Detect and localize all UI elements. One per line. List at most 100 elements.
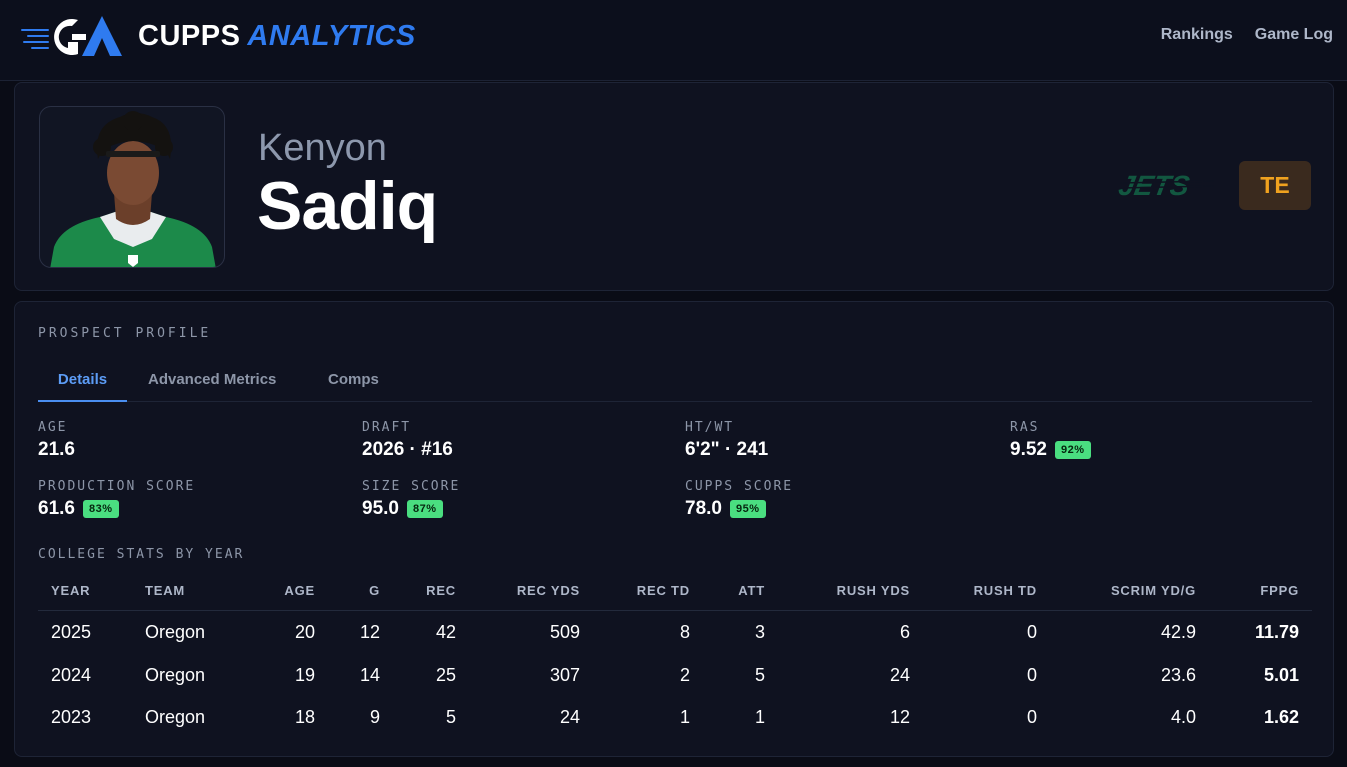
brand-logo[interactable]: CUPPS ANALYTICS bbox=[20, 12, 416, 60]
brand-word-2: ANALYTICS bbox=[247, 19, 416, 52]
stat-value: 6'2" · 241 bbox=[685, 439, 769, 460]
table-row: 2023 Oregon 18 9 5 24 1 1 12 0 4.0 1.62 bbox=[38, 696, 1312, 738]
cell-age: 19 bbox=[294, 664, 315, 685]
cell-rec: 25 bbox=[435, 664, 456, 685]
cell-rush-yds: 24 bbox=[889, 664, 910, 685]
player-photo bbox=[39, 106, 225, 268]
stat-value: 95.0 bbox=[362, 498, 399, 519]
col-header-scrim-ydg[interactable]: SCRIM YD/G bbox=[1050, 572, 1209, 611]
col-header-rec[interactable]: REC bbox=[393, 572, 469, 611]
stat-label: DRAFT bbox=[362, 420, 412, 435]
player-last-name: Sadiq bbox=[257, 168, 438, 244]
cell-rec: 5 bbox=[445, 706, 456, 727]
percentile-badge: 92% bbox=[1054, 441, 1091, 459]
tab-advanced-metrics[interactable]: Advanced Metrics bbox=[148, 369, 276, 402]
col-header-games[interactable]: G bbox=[328, 572, 393, 611]
cell-rush-td: 0 bbox=[1026, 664, 1037, 685]
cell-scrim-ydg: 4.0 bbox=[1170, 706, 1196, 727]
prospect-profile-card: PROSPECT PROFILE Details Advanced Metric… bbox=[14, 301, 1334, 757]
col-header-rec-td[interactable]: REC TD bbox=[593, 572, 703, 611]
stat-value: 9.52 bbox=[1010, 439, 1047, 460]
cell-att: 1 bbox=[754, 706, 765, 727]
table-row: 2025 Oregon 20 12 42 509 8 3 6 0 42.9 11… bbox=[38, 610, 1312, 654]
top-nav: CUPPS ANALYTICS Rankings Game Log bbox=[0, 0, 1347, 81]
col-header-fppg[interactable]: FPPG bbox=[1209, 572, 1312, 611]
cell-year: 2023 bbox=[51, 706, 92, 727]
cell-games: 12 bbox=[359, 621, 380, 642]
col-header-year[interactable]: YEAR bbox=[38, 572, 132, 611]
percentile-badge: 87% bbox=[406, 500, 443, 518]
col-header-att[interactable]: ATT bbox=[703, 572, 778, 611]
cell-age: 20 bbox=[294, 621, 315, 642]
stat-height-weight: HT/WT 6'2" · 241 bbox=[685, 420, 768, 461]
cell-games: 9 bbox=[369, 706, 380, 727]
stat-production-score: PRODUCTION SCORE 61.6 83% bbox=[38, 479, 195, 520]
cell-rec-yds: 307 bbox=[549, 664, 580, 685]
cell-rec-td: 8 bbox=[679, 621, 690, 642]
section-title: PROSPECT PROFILE bbox=[38, 326, 212, 341]
college-stats-table: YEAR TEAM AGE G REC REC YDS REC TD ATT R… bbox=[38, 572, 1312, 738]
cell-rec-yds: 509 bbox=[549, 621, 580, 642]
stat-draft: DRAFT 2026 · #16 bbox=[362, 420, 453, 461]
table-header-row: YEAR TEAM AGE G REC REC YDS REC TD ATT R… bbox=[38, 572, 1312, 611]
tab-details[interactable]: Details bbox=[38, 369, 127, 402]
nav-links: Rankings Game Log bbox=[1161, 26, 1333, 44]
cell-age: 18 bbox=[294, 706, 315, 727]
player-first-name: Kenyon bbox=[258, 127, 387, 169]
col-header-rec-yds[interactable]: REC YDS bbox=[469, 572, 593, 611]
cell-team: Oregon bbox=[145, 706, 206, 727]
cupps-logo-icon bbox=[21, 16, 122, 56]
cell-rush-td: 0 bbox=[1026, 621, 1037, 642]
col-header-rush-td[interactable]: RUSH TD bbox=[923, 572, 1050, 611]
stat-ras: RAS 9.52 92% bbox=[1010, 420, 1091, 461]
brand-word-1: CUPPS bbox=[138, 19, 241, 52]
player-header-card: Kenyon Sadiq JETS TE bbox=[14, 82, 1334, 291]
cell-att: 3 bbox=[754, 621, 765, 642]
cell-team: Oregon bbox=[145, 664, 206, 685]
stat-label: SIZE SCORE bbox=[362, 479, 461, 494]
stat-label: CUPPS SCORE bbox=[685, 479, 794, 494]
cell-rec-td: 2 bbox=[679, 664, 690, 685]
cell-games: 14 bbox=[359, 664, 380, 685]
cell-rush-yds: 12 bbox=[889, 706, 910, 727]
cell-scrim-ydg: 42.9 bbox=[1160, 621, 1196, 642]
stat-value: 2026 · #16 bbox=[362, 439, 453, 460]
table-row: 2024 Oregon 19 14 25 307 2 5 24 0 23.6 5… bbox=[38, 654, 1312, 696]
cell-fppg: 1.62 bbox=[1263, 706, 1299, 727]
cell-year: 2025 bbox=[51, 621, 92, 642]
cell-rec-yds: 24 bbox=[559, 706, 580, 727]
stat-label: AGE bbox=[38, 420, 68, 435]
stat-value: 21.6 bbox=[38, 439, 75, 460]
cell-fppg: 11.79 bbox=[1254, 621, 1299, 642]
cell-rec-td: 1 bbox=[679, 706, 690, 727]
col-header-rush-yds[interactable]: RUSH YDS bbox=[778, 572, 923, 611]
cell-rush-td: 0 bbox=[1026, 706, 1037, 727]
nav-link-game-log[interactable]: Game Log bbox=[1255, 26, 1333, 44]
cell-rush-yds: 6 bbox=[899, 621, 910, 642]
cell-scrim-ydg: 23.6 bbox=[1160, 664, 1196, 685]
position-badge: TE bbox=[1239, 161, 1311, 210]
stat-cupps-score: CUPPS SCORE 78.0 95% bbox=[685, 479, 793, 520]
stat-label: PRODUCTION SCORE bbox=[38, 479, 196, 494]
college-stats-title: COLLEGE STATS BY YEAR bbox=[38, 547, 245, 562]
nav-link-rankings[interactable]: Rankings bbox=[1161, 26, 1233, 44]
cell-year: 2024 bbox=[51, 664, 92, 685]
stat-label: HT/WT bbox=[685, 420, 735, 435]
tab-comps[interactable]: Comps bbox=[328, 369, 379, 402]
cell-team: Oregon bbox=[145, 621, 206, 642]
stat-size-score: SIZE SCORE 95.0 87% bbox=[362, 479, 460, 520]
stat-value: 61.6 bbox=[38, 498, 75, 519]
stat-age: AGE 21.6 bbox=[38, 420, 75, 461]
stat-label: RAS bbox=[1010, 420, 1040, 435]
cell-fppg: 5.01 bbox=[1263, 664, 1299, 685]
percentile-badge: 83% bbox=[82, 500, 119, 518]
col-header-team[interactable]: TEAM bbox=[132, 572, 242, 611]
cell-att: 5 bbox=[754, 664, 765, 685]
jets-team-logo: JETS bbox=[1116, 169, 1216, 208]
team-logo-text: JETS bbox=[1118, 169, 1192, 201]
stat-value: 78.0 bbox=[685, 498, 722, 519]
cell-rec: 42 bbox=[435, 621, 456, 642]
percentile-badge: 95% bbox=[729, 500, 766, 518]
col-header-age[interactable]: AGE bbox=[242, 572, 328, 611]
profile-tabs: Details Advanced Metrics Comps bbox=[38, 369, 1312, 402]
